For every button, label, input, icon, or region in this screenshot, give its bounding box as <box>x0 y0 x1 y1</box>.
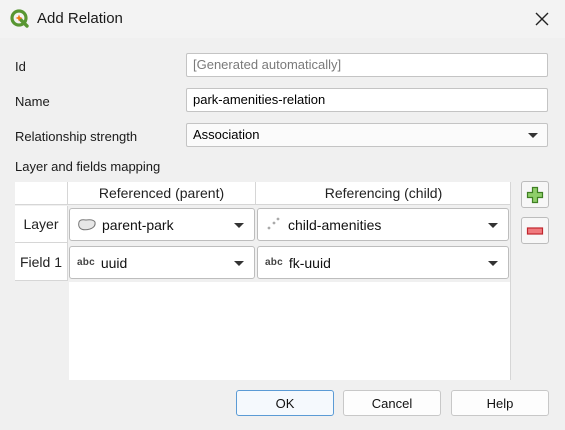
parent-field-select[interactable]: abc uuid <box>69 246 255 279</box>
chevron-down-icon <box>234 261 244 266</box>
relationship-strength-value: Association <box>193 127 260 142</box>
chevron-down-icon <box>488 223 498 228</box>
qgis-logo-icon <box>10 9 29 28</box>
child-layer-select[interactable]: child-amenities <box>257 208 509 241</box>
chevron-down-icon <box>234 223 244 228</box>
chevron-down-icon <box>528 133 538 138</box>
name-label: Name <box>15 94 50 109</box>
child-field-select[interactable]: abc fk-uuid <box>257 246 509 279</box>
id-label: Id <box>15 59 26 74</box>
column-header-referencing[interactable]: Referencing (child) <box>256 182 511 205</box>
window-title: Add Relation <box>37 10 123 27</box>
close-button[interactable] <box>520 2 564 36</box>
id-field[interactable]: [Generated automatically] <box>186 53 548 77</box>
cancel-button[interactable]: Cancel <box>343 390 441 416</box>
row-header-layer[interactable]: Layer <box>15 206 68 243</box>
mapping-table-empty-area <box>69 282 511 380</box>
column-header-referenced[interactable]: Referenced (parent) <box>68 182 256 205</box>
relationship-strength-label: Relationship strength <box>15 129 138 144</box>
relationship-strength-select[interactable]: Association <box>186 123 548 147</box>
chevron-down-icon <box>488 261 498 266</box>
close-icon <box>535 12 549 26</box>
table-right-border <box>510 182 511 380</box>
plus-icon <box>526 186 544 203</box>
remove-field-pair-button[interactable] <box>521 217 549 244</box>
add-field-pair-button[interactable] <box>521 181 549 208</box>
ok-button[interactable]: OK <box>236 390 334 416</box>
child-layer-value: child-amenities <box>288 216 382 233</box>
text-field-icon: abc <box>77 257 95 268</box>
parent-field-value: uuid <box>100 254 128 271</box>
mapping-label: Layer and fields mapping <box>15 159 161 174</box>
parent-layer-value: parent-park <box>102 216 174 233</box>
text-field-icon: abc <box>265 257 283 268</box>
name-field[interactable]: park-amenities-relation <box>186 88 548 112</box>
polygon-layer-icon <box>78 218 96 230</box>
table-corner <box>15 182 68 205</box>
point-layer-icon <box>267 217 280 229</box>
help-button[interactable]: Help <box>451 390 549 416</box>
parent-layer-select[interactable]: parent-park <box>69 208 255 241</box>
child-field-value: fk-uuid <box>288 254 331 271</box>
minus-icon <box>526 226 544 235</box>
row-header-field-1[interactable]: Field 1 <box>15 243 68 281</box>
